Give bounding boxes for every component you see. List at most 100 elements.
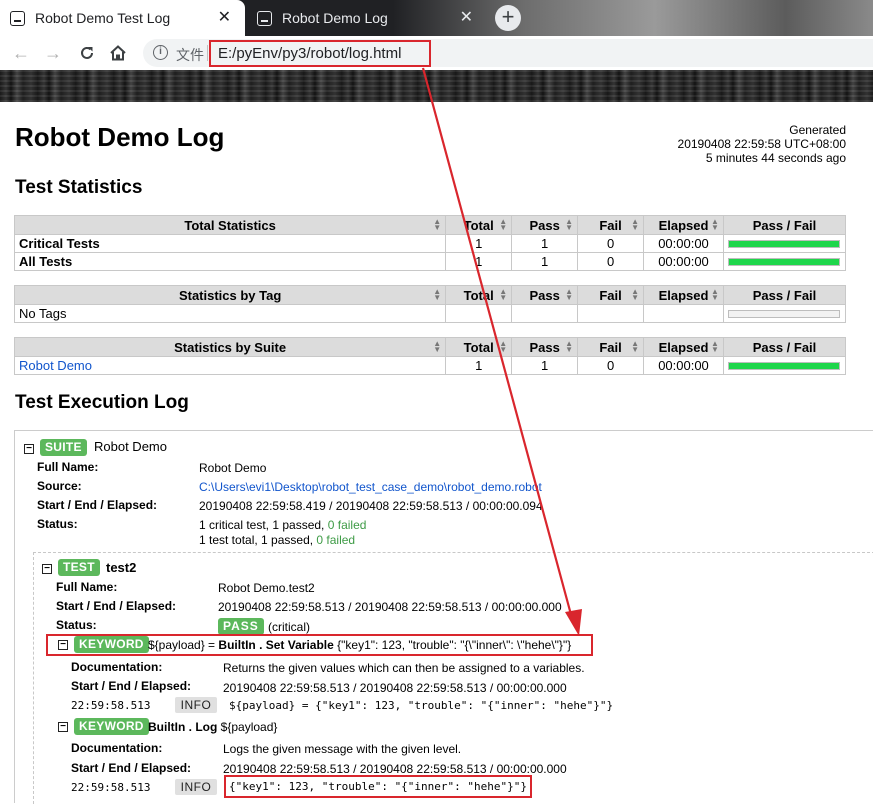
- stat-total: 1: [445, 252, 513, 271]
- sort-icon: ▲ ▼: [433, 287, 442, 302]
- message-timestamp: 22:59:58.513: [71, 781, 151, 794]
- sort-icon: ▲ ▼: [631, 339, 640, 354]
- test-badge: TEST: [58, 559, 100, 576]
- documentation-label: Documentation:: [71, 741, 163, 755]
- status-label: Status:: [56, 618, 97, 632]
- full-name-label: Full Name:: [56, 580, 118, 594]
- column-header: Pass / Fail: [722, 337, 847, 357]
- times-label: Start / End / Elapsed:: [71, 679, 192, 693]
- stat-total: 1: [445, 234, 513, 253]
- sort-icon: ▲ ▼: [565, 217, 574, 232]
- url-text[interactable]: E:/pyEnv/py3/robot/log.html: [209, 40, 431, 67]
- info-level-badge: INFO: [175, 779, 217, 795]
- sort-icon: ▲ ▼: [499, 339, 508, 354]
- stat-name[interactable]: All Tests: [13, 252, 447, 271]
- address-bar[interactable]: i 文件 E:/pyEnv/py3/robot/log.html: [143, 39, 873, 67]
- suite-source-link[interactable]: C:\Users\evi1\Desktop\robot_test_case_de…: [199, 480, 542, 494]
- status-label: Status:: [37, 517, 78, 531]
- column-header[interactable]: Elapsed ▲ ▼: [643, 285, 724, 305]
- suite-statistics-table: Statistics by Suite ▲ ▼ Total ▲ ▼ Pass ▲ ▼ Fai…: [13, 337, 847, 375]
- close-tab-icon[interactable]: ✕: [460, 9, 473, 27]
- stat-elapsed: 00:00:00: [643, 234, 724, 253]
- table-row[interactable]: Critical Tests 1 1 0 00:00:00: [13, 234, 847, 253]
- table-header-row: Statistics by Tag ▲ ▼ Total ▲ ▼ Pass ▲ ▼ Fail ▲…: [13, 285, 847, 305]
- back-arrow-icon[interactable]: ←: [9, 41, 33, 65]
- browser-tab-active[interactable]: Robot Demo Test Log ✕: [0, 0, 245, 36]
- stat-pass: 1: [511, 356, 579, 375]
- column-header[interactable]: Pass ▲ ▼: [511, 285, 579, 305]
- info-level-badge: INFO: [175, 697, 217, 713]
- times-label: Start / End / Elapsed:: [37, 498, 158, 512]
- collapse-suite-icon[interactable]: −: [24, 444, 34, 454]
- test-name[interactable]: test2: [106, 560, 136, 575]
- table-row[interactable]: All Tests 1 1 0 00:00:00: [13, 252, 847, 271]
- column-header[interactable]: Total Statistics ▲ ▼: [13, 215, 447, 235]
- column-header[interactable]: Total ▲ ▼: [445, 337, 513, 357]
- table-row: No Tags: [13, 304, 847, 323]
- total-statistics-table: Total Statistics ▲ ▼ Total ▲ ▼ Pass ▲ ▼ Fail ▲ ▼…: [13, 215, 847, 271]
- stat-elapsed: 00:00:00: [643, 356, 724, 375]
- keyword-badge: KEYWORD: [74, 718, 149, 735]
- pass-fail-graph: [722, 304, 847, 323]
- log-message: ${payload} = {"key1": 123, "trouble": "{…: [229, 699, 614, 712]
- column-header[interactable]: Pass ▲ ▼: [511, 215, 579, 235]
- column-header[interactable]: Pass ▲ ▼: [511, 337, 579, 357]
- reload-icon[interactable]: [75, 41, 99, 65]
- pass-bar-fill: [729, 258, 840, 265]
- forward-arrow-icon[interactable]: →: [41, 41, 65, 65]
- site-info-icon[interactable]: i: [153, 45, 168, 60]
- sort-icon: ▲ ▼: [565, 287, 574, 302]
- suite-name[interactable]: Robot Demo: [94, 439, 167, 454]
- table-row[interactable]: Robot Demo 1 1 0 00:00:00: [13, 356, 847, 375]
- source-label: Source:: [37, 479, 82, 493]
- column-header[interactable]: Total ▲ ▼: [445, 215, 513, 235]
- home-icon[interactable]: [106, 41, 130, 65]
- table-header-row: Statistics by Suite ▲ ▼ Total ▲ ▼ Pass ▲ ▼ Fai…: [13, 337, 847, 357]
- browser-tab[interactable]: Robot Demo Log ✕: [247, 0, 487, 36]
- generated-time: 20190408 22:59:58 UTC+08:00: [677, 137, 846, 151]
- full-name-label: Full Name:: [37, 460, 99, 474]
- scheme-label: 文件: [176, 47, 204, 63]
- column-header: Pass / Fail: [722, 285, 847, 305]
- column-header[interactable]: Fail ▲ ▼: [577, 337, 645, 357]
- collapse-test-icon[interactable]: −: [42, 564, 52, 574]
- column-header[interactable]: Fail ▲ ▼: [577, 215, 645, 235]
- stat-elapsed: 00:00:00: [643, 252, 724, 271]
- collapse-keyword-icon[interactable]: −: [58, 640, 68, 650]
- keyword-title[interactable]: ${payload} = BuiltIn . Set Variable {"ke…: [148, 638, 571, 652]
- times-label: Start / End / Elapsed:: [71, 761, 192, 775]
- column-header[interactable]: Statistics by Tag ▲ ▼: [13, 285, 447, 305]
- suite-link[interactable]: Robot Demo: [13, 356, 447, 375]
- no-tags-text: No Tags: [13, 304, 447, 323]
- new-tab-button[interactable]: +: [495, 5, 521, 31]
- stat-pass: 1: [511, 234, 579, 253]
- sort-icon: ▲ ▼: [499, 287, 508, 302]
- column-header[interactable]: Elapsed ▲ ▼: [643, 337, 724, 357]
- stat-name[interactable]: Critical Tests: [13, 234, 447, 253]
- log-page: Robot Demo Log Generated 20190408 22:59:…: [0, 102, 873, 804]
- page-favicon-icon: [10, 10, 25, 26]
- stat-fail: 0: [577, 356, 645, 375]
- column-header[interactable]: Fail ▲ ▼: [577, 285, 645, 305]
- browser-tab-strip: Robot Demo Test Log ✕ Robot Demo Log ✕ +: [0, 0, 873, 36]
- suite-status-total: 1 test total, 1 passed, 0 failed: [199, 533, 356, 547]
- suite-status-critical: 1 critical test, 1 passed, 0 failed: [199, 518, 367, 532]
- stat-fail: 0: [577, 252, 645, 271]
- keyword-title[interactable]: BuiltIn . Log ${payload}: [148, 720, 277, 734]
- column-header[interactable]: Total ▲ ▼: [445, 285, 513, 305]
- times-label: Start / End / Elapsed:: [56, 599, 177, 613]
- pass-bar-fill: [729, 240, 840, 247]
- sort-icon: ▲ ▼: [631, 217, 640, 232]
- column-header[interactable]: Statistics by Suite ▲ ▼: [13, 337, 447, 357]
- collapse-keyword-icon[interactable]: −: [58, 722, 68, 732]
- column-header: Pass / Fail: [722, 215, 847, 235]
- keyword-documentation: Returns the given values which can then …: [223, 661, 585, 675]
- documentation-label: Documentation:: [71, 660, 163, 674]
- close-tab-icon[interactable]: ✕: [218, 9, 231, 27]
- sort-icon: ▲ ▼: [433, 217, 442, 232]
- column-header[interactable]: Elapsed ▲ ▼: [643, 215, 724, 235]
- keyword-times: 20190408 22:59:58.513 / 20190408 22:59:5…: [223, 681, 567, 695]
- test-times: 20190408 22:59:58.513 / 20190408 22:59:5…: [218, 600, 562, 614]
- message-timestamp: 22:59:58.513: [71, 699, 151, 712]
- table-header-row: Total Statistics ▲ ▼ Total ▲ ▼ Pass ▲ ▼ Fail ▲ ▼…: [13, 215, 847, 235]
